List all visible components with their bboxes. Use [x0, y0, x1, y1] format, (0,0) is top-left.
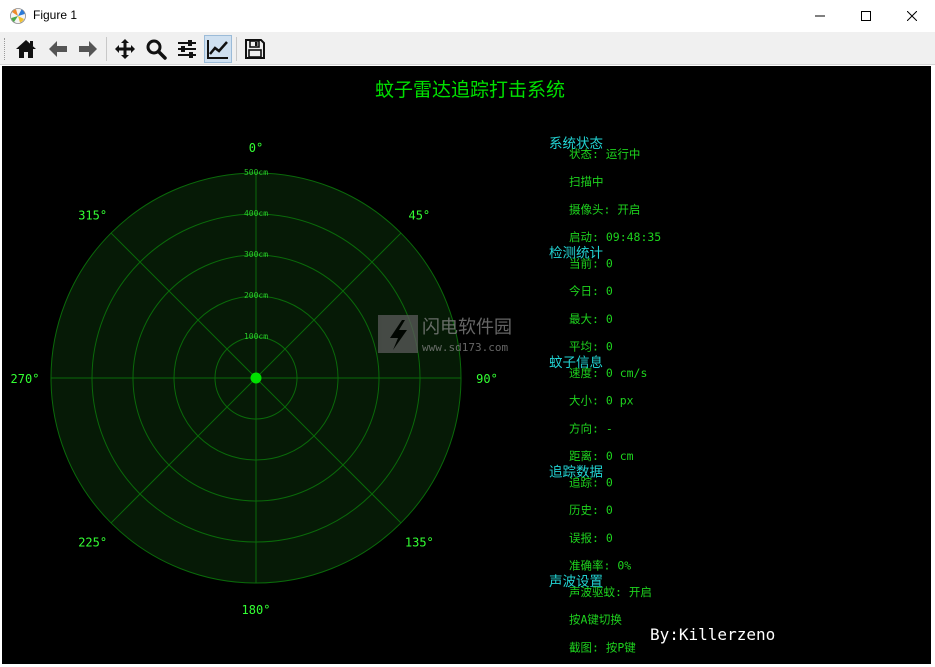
toolbar-separator	[106, 37, 107, 61]
navigation-toolbar	[0, 32, 935, 65]
close-button[interactable]	[889, 0, 935, 32]
panel-info-line: 今日: 0	[569, 284, 613, 298]
edit-axis-icon	[207, 40, 228, 59]
panel-info-line: 最大: 0	[569, 312, 613, 326]
radar-direction-label: 225°	[78, 535, 107, 549]
radar-range-label: 100cm	[244, 332, 268, 341]
configure-subplots-button[interactable]	[173, 35, 201, 63]
radar-range-label: 200cm	[244, 291, 268, 300]
signature-text: By:Killerzeno	[650, 625, 775, 644]
panel-info-line: 启动: 09:48:35	[569, 230, 661, 244]
panel-info-line: 声波驱蚊: 开启	[569, 585, 652, 599]
panel-info-line: 误报: 0	[569, 531, 613, 545]
radar-direction-label: 45°	[408, 209, 430, 223]
toolbar-separator	[236, 37, 237, 61]
radar-center-dot	[250, 372, 262, 384]
radar-direction-label: 135°	[405, 535, 434, 549]
forward-button[interactable]	[74, 35, 102, 63]
watermark: 闪电软件园 www.sd173.com	[378, 315, 512, 354]
back-arrow-icon	[49, 41, 67, 57]
radar-direction-label: 180°	[242, 603, 271, 617]
forward-arrow-icon	[79, 41, 97, 57]
panel-info-line: 准确率: 0%	[569, 559, 631, 573]
panel-info-line: 按A键切换	[569, 613, 622, 627]
back-button[interactable]	[44, 35, 72, 63]
panel-info-line: 历史: 0	[569, 503, 613, 517]
radar-plot: 100cm 200cm 300cm 400cm 500cm 0° 45° 90° 135° 180…	[11, 141, 498, 617]
panel-info-line: 距离: 0 cm	[569, 449, 634, 463]
edit-axis-button[interactable]	[204, 35, 232, 63]
watermark-url: www.sd173.com	[422, 341, 508, 354]
panel-info-line: 状态: 运行中	[569, 147, 640, 161]
zoom-icon	[146, 39, 167, 60]
radar-range-label: 300cm	[244, 250, 268, 259]
window-title: Figure 1	[33, 8, 78, 22]
panel-info-line: 平均: 0	[569, 340, 613, 354]
pan-icon	[115, 39, 135, 59]
radar-range-label: 500cm	[244, 168, 268, 177]
home-button[interactable]	[12, 35, 40, 63]
panel-info-line: 方向: -	[569, 421, 613, 435]
close-icon	[907, 11, 917, 21]
figure-title: 蚊子雷达追踪打击系统	[375, 79, 565, 101]
radar-direction-label: 90°	[476, 372, 498, 386]
status-panel: 系统状态状态: 运行中扫描中摄像头: 开启启动: 09:48:35检测统计当前:…	[549, 136, 661, 654]
minimize-icon	[815, 15, 825, 17]
maximize-button[interactable]	[843, 0, 889, 32]
radar-direction-label: 315°	[78, 209, 107, 223]
save-button[interactable]	[241, 35, 269, 63]
radar-direction-label: 270°	[11, 372, 40, 386]
minimize-button[interactable]	[797, 0, 843, 32]
window-titlebar: Figure 1	[0, 0, 935, 32]
panel-info-line: 扫描中	[569, 175, 604, 189]
figure-svg: 蚊子雷达追踪打击系统 100cm 200cm 300cm 400cm 500cm 0° 45…	[11, 79, 776, 654]
watermark-name: 闪电软件园	[422, 317, 512, 338]
configure-subplots-icon	[178, 40, 196, 58]
radar-direction-label: 0°	[249, 141, 263, 155]
save-icon	[245, 39, 265, 59]
panel-info-line: 速度: 0 cm/s	[569, 366, 647, 380]
radar-range-label: 400cm	[244, 209, 268, 218]
toolbar-grip[interactable]	[4, 38, 7, 60]
maximize-icon	[861, 11, 871, 21]
panel-info-line: 截图: 按P键	[569, 640, 636, 654]
pan-button[interactable]	[111, 35, 139, 63]
panel-info-line: 追踪: 0	[569, 476, 613, 490]
matplotlib-app-icon	[9, 7, 27, 25]
panel-info-line: 当前: 0	[569, 257, 613, 271]
panel-info-line: 大小: 0 px	[569, 394, 634, 408]
home-icon	[16, 40, 36, 58]
figure-canvas[interactable]: 蚊子雷达追踪打击系统 100cm 200cm 300cm 400cm 500cm 0° 45…	[2, 66, 931, 664]
panel-info-line: 摄像头: 开启	[569, 202, 640, 216]
zoom-button[interactable]	[142, 35, 170, 63]
